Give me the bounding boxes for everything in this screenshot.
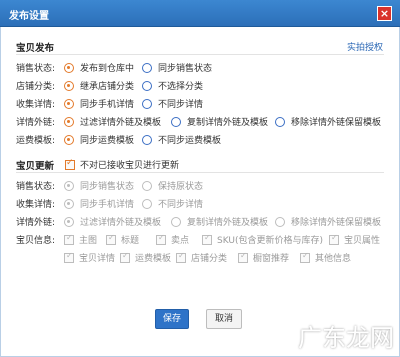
row-label: 收集详情: — [16, 199, 56, 210]
radio-copy-links[interactable]: 复制详情外链及模板 — [171, 115, 268, 128]
cancel-button[interactable]: 取消 — [206, 309, 242, 329]
radio-filter-links[interactable]: 过滤详情外链及模板 — [64, 115, 161, 128]
publish-divider — [16, 54, 384, 55]
checkbox-info-title[interactable]: 标题 — [106, 233, 139, 246]
update-row-sale-status: 销售状态: — [16, 178, 64, 192]
checkbox-info-detail[interactable]: 宝贝详情 — [64, 251, 115, 264]
auth-link[interactable]: 实拍授权 — [347, 40, 383, 53]
radio-no-sync-detail[interactable]: 不同步详情 — [142, 97, 203, 110]
publish-row-shipping: 运费模板: — [16, 132, 64, 146]
radio-update-sync-sale[interactable]: 同步销售状态 — [64, 179, 134, 192]
dialog-titlebar: 发布设置 × — [0, 0, 400, 27]
checkbox-no-update[interactable]: 不对已接收宝贝进行更新 — [65, 158, 179, 171]
publish-row-detail: 收集详情: — [16, 96, 64, 110]
checkbox-info-sku[interactable]: SKU(包含更新价格与库存) — [202, 233, 323, 246]
row-label: 宝贝信息: — [16, 235, 56, 246]
radio-update-filter-links[interactable]: 过滤详情外链及模板 — [64, 215, 161, 228]
radio-publish-to-warehouse[interactable]: 发布到仓库中 — [64, 61, 134, 74]
checkbox-info-attributes[interactable]: 宝贝属性 — [329, 233, 380, 246]
publish-row-sale-status: 销售状态: — [16, 60, 64, 74]
dialog-body — [0, 27, 400, 357]
radio-no-category[interactable]: 不选择分类 — [142, 79, 203, 92]
radio-update-keep-status[interactable]: 保持原状态 — [142, 179, 203, 192]
radio-no-sync-shipping[interactable]: 不同步运费模板 — [142, 133, 221, 146]
row-label: 详情外链: — [16, 217, 56, 228]
checkbox-info-main-image[interactable]: 主图 — [64, 233, 97, 246]
row-label: 运费模板: — [16, 135, 56, 146]
row-label: 销售状态: — [16, 181, 56, 192]
radio-inherit-category[interactable]: 继承店铺分类 — [64, 79, 134, 92]
row-label: 销售状态: — [16, 63, 56, 74]
checkbox-info-shipping[interactable]: 运费模板 — [120, 251, 171, 264]
publish-section-title: 宝贝发布 — [16, 43, 55, 54]
radio-sync-mobile-detail[interactable]: 同步手机详情 — [64, 97, 134, 110]
radio-update-remove-links[interactable]: 移除详情外链保留模板 — [275, 215, 381, 228]
update-row-detail: 收集详情: — [16, 196, 64, 210]
radio-sync-shipping[interactable]: 同步运费模板 — [64, 133, 134, 146]
row-label: 收集详情: — [16, 99, 56, 110]
dialog-title: 发布设置 — [9, 11, 49, 22]
radio-remove-links[interactable]: 移除详情外链保留模板 — [275, 115, 381, 128]
update-row-info: 宝贝信息: — [16, 232, 64, 246]
radio-update-no-sync-detail[interactable]: 不同步详情 — [142, 197, 203, 210]
update-row-links: 详情外链: — [16, 214, 64, 228]
update-section-title: 宝贝更新 — [16, 161, 55, 172]
row-label: 详情外链: — [16, 117, 56, 128]
save-button[interactable]: 保存 — [155, 309, 189, 329]
watermark: 广东龙网 — [298, 324, 394, 352]
publish-row-external-links: 详情外链: — [16, 114, 64, 128]
radio-sync-sale-status[interactable]: 同步销售状态 — [142, 61, 212, 74]
radio-update-sync-mobile[interactable]: 同步手机详情 — [64, 197, 134, 210]
checkbox-info-category[interactable]: 店铺分类 — [176, 251, 227, 264]
checkbox-info-window[interactable]: 橱窗推荐 — [238, 251, 289, 264]
update-divider — [16, 172, 384, 173]
close-icon[interactable]: × — [377, 6, 392, 21]
row-label: 店铺分类: — [16, 81, 56, 92]
checkbox-info-other[interactable]: 其他信息 — [300, 251, 351, 264]
radio-update-copy-links[interactable]: 复制详情外链及模板 — [171, 215, 268, 228]
publish-row-shop-category: 店铺分类: — [16, 78, 64, 92]
checkbox-info-selling-point[interactable]: 卖点 — [156, 233, 189, 246]
